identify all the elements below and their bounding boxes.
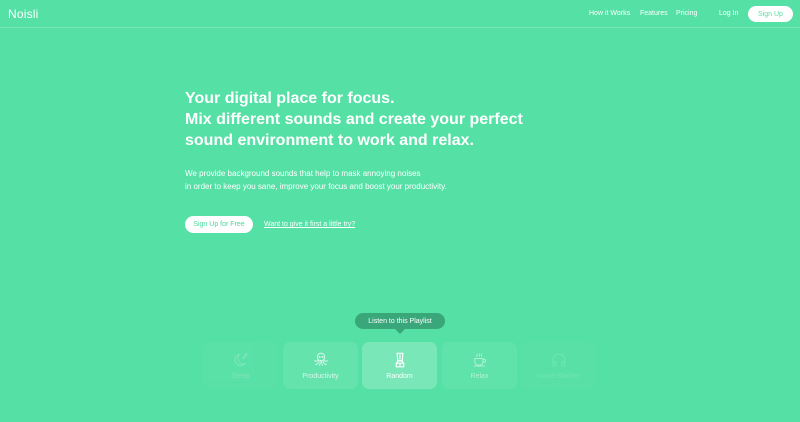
nav-features[interactable]: Features (640, 10, 668, 17)
sign-up-free-button[interactable]: Sign Up for Free (185, 216, 253, 233)
try-first-link[interactable]: Want to give it first a little try? (264, 221, 355, 228)
playlist-card-relax[interactable]: Relax (442, 342, 517, 389)
description-line-2: in order to keep you sane, improve your … (185, 182, 447, 191)
playlist-card-noise-blocker[interactable]: Noise Blocker (521, 342, 596, 389)
headline-line-2: Mix different sounds and create your per… (185, 111, 523, 128)
cta-row: Sign Up for Free Want to give it first a… (185, 216, 485, 234)
playlist-card-sleep[interactable]: Sleep (203, 342, 278, 389)
random-label: Random (386, 373, 413, 380)
blender-icon (391, 351, 409, 369)
tea-cup-icon (471, 351, 489, 369)
sign-up-button[interactable]: Sign Up (748, 6, 793, 22)
noise-blocker-label: Noise Blocker (536, 373, 581, 380)
top-bar: Noisli How it Works Features Pricing Log… (0, 0, 800, 28)
nav-log-in[interactable]: Log In (719, 10, 738, 17)
logo[interactable]: Noisli (8, 7, 39, 21)
hero-headline: Your digital place for focus. Mix differ… (185, 88, 615, 151)
playlist-card-productivity[interactable]: Productivity (283, 342, 358, 389)
playlist-cards: Sleep Productivity Random Relax Noise Bl… (203, 342, 598, 390)
playlist-card-random[interactable]: Random (362, 342, 437, 389)
relax-label: Relax (470, 373, 489, 380)
hero-section: Your digital place for focus. Mix differ… (185, 88, 615, 193)
headline-line-1: Your digital place for focus. (185, 90, 395, 107)
description-line-1: We provide background sounds that help t… (185, 169, 421, 178)
listen-playlist-tooltip[interactable]: Listen to this Playlist (355, 313, 445, 334)
hero-description: We provide background sounds that help t… (185, 167, 615, 193)
nav-pricing[interactable]: Pricing (676, 10, 697, 17)
octopus-icon (312, 351, 330, 369)
nav-how-it-works[interactable]: How it Works (589, 10, 630, 17)
productivity-label: Productivity (302, 373, 339, 380)
moon-icon (232, 351, 250, 369)
headline-line-3: sound environment to work and relax. (185, 132, 474, 149)
headphones-icon (550, 351, 568, 369)
sleep-label: Sleep (231, 373, 250, 380)
